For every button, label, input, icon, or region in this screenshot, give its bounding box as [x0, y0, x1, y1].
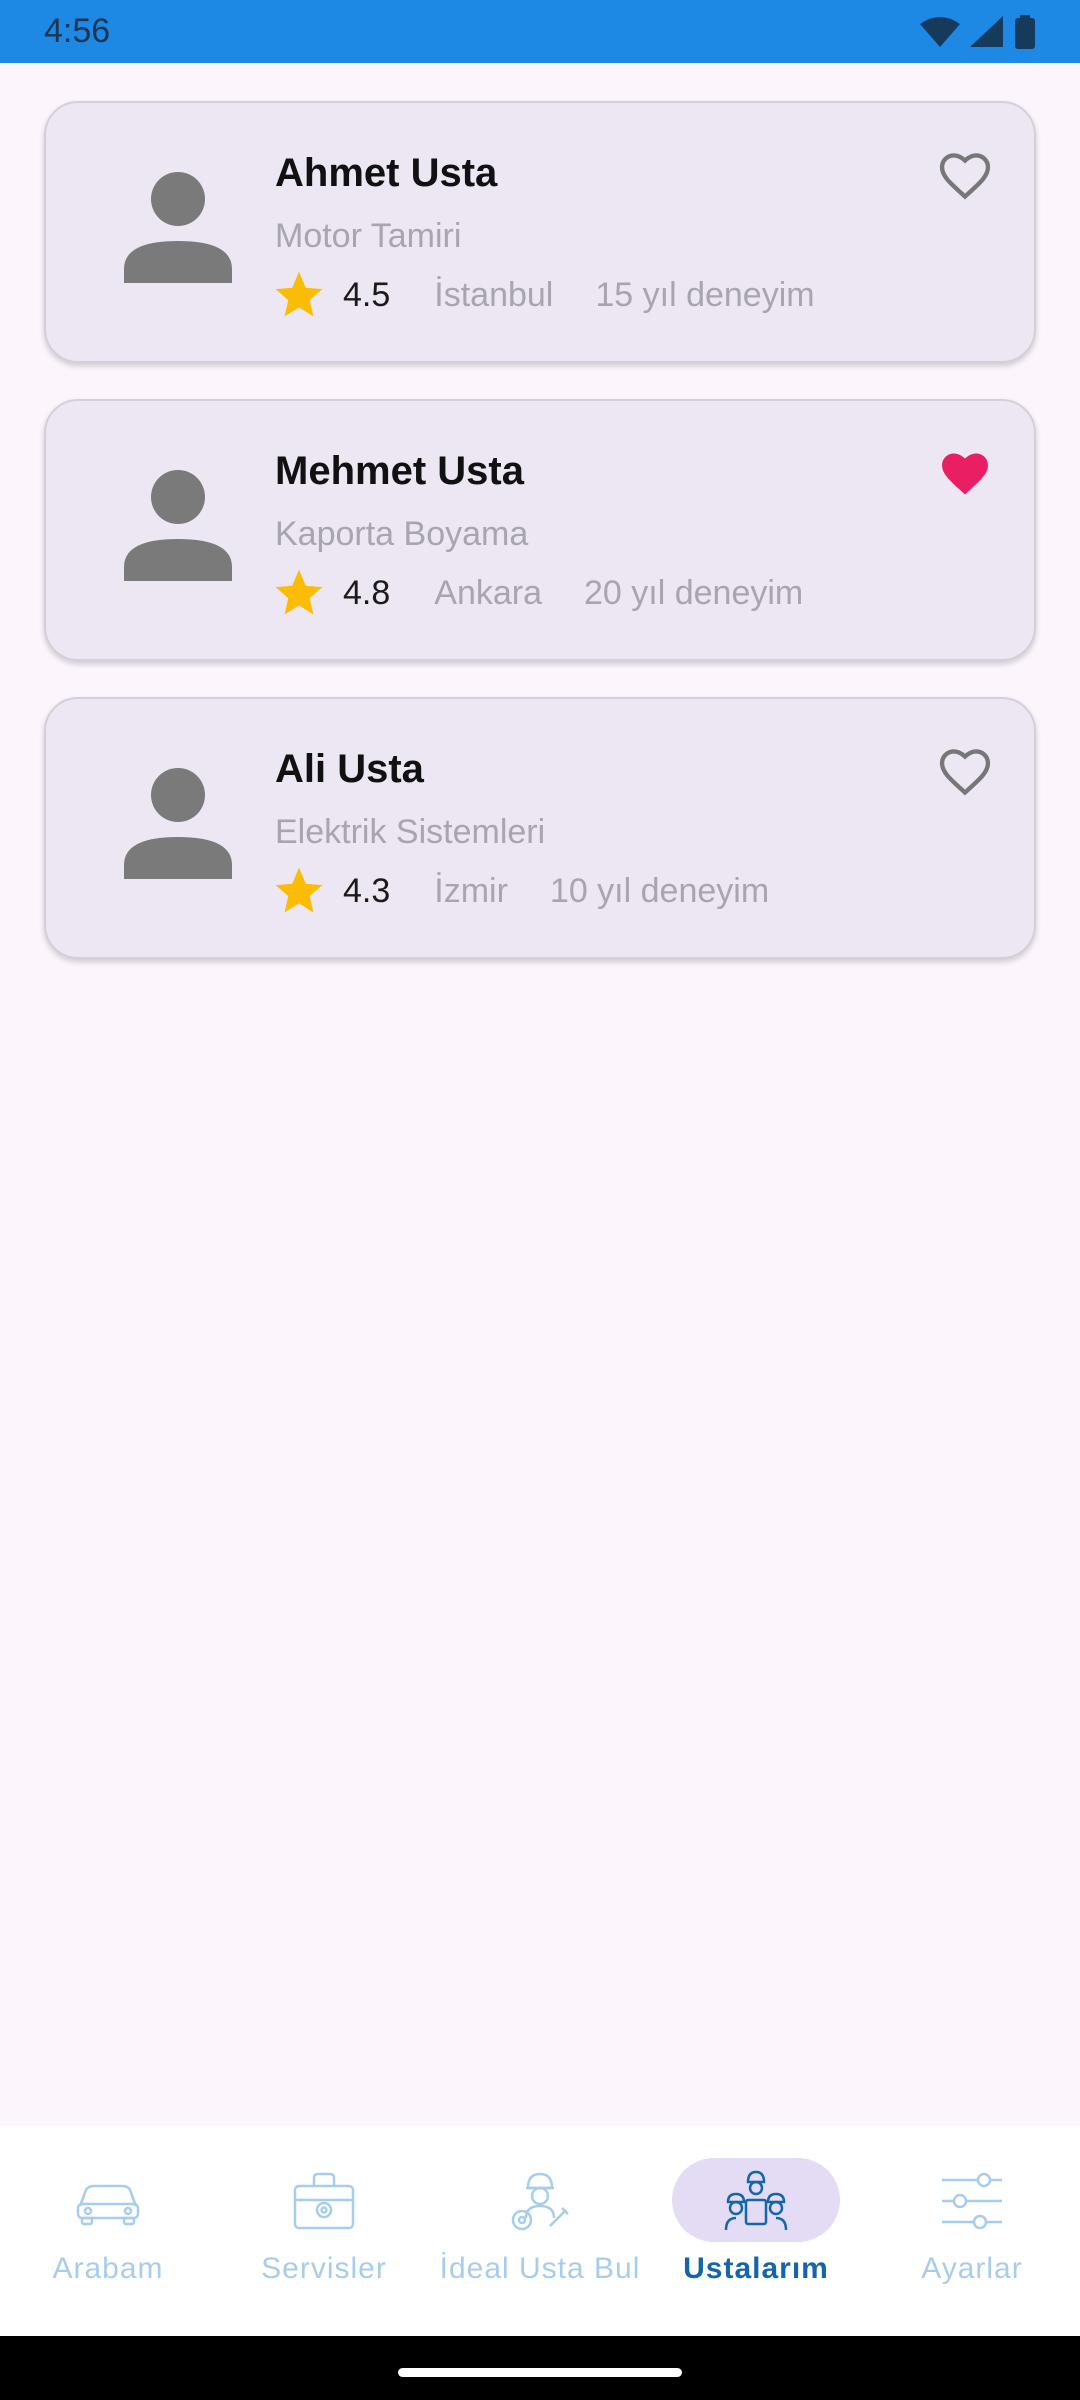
mechanic-city: İzmir	[434, 871, 508, 910]
status-bar: 4:56	[0, 0, 1080, 63]
mechanic-rating: 4.3	[343, 871, 391, 910]
battery-icon	[1014, 14, 1036, 49]
workers-icon	[724, 2170, 788, 2231]
cellular-signal-icon	[970, 15, 1004, 48]
mechanic-city: İstanbul	[434, 275, 554, 314]
sliders-icon	[942, 2172, 1002, 2230]
bottom-navigation: Arabam Servisler İdeal Usta Bul Ustaları…	[0, 2126, 1080, 2336]
mechanic-meta: 4.8 Ankara 20 yıl deneyim	[275, 565, 803, 621]
mechanic-card[interactable]: Ali Usta Elektrik Sistemleri 4.3 İzmir 1…	[44, 697, 1036, 959]
mechanic-specialty: Kaporta Boyama	[275, 515, 529, 553]
mechanic-rating: 4.5	[343, 275, 391, 314]
mechanic-rating: 4.8	[343, 573, 391, 612]
nav-label: Ustalarım	[683, 2252, 829, 2285]
mechanic-card[interactable]: Mehmet Usta Kaporta Boyama 4.8 Ankara 20…	[44, 399, 1036, 661]
mechanic-experience: 20 yıl deneyim	[584, 573, 804, 612]
gesture-handle[interactable]	[398, 2368, 682, 2377]
heart-outline-icon[interactable]	[936, 147, 994, 205]
toolbox-icon	[293, 2172, 355, 2230]
wifi-icon	[920, 16, 960, 48]
mechanic-specialty: Elektrik Sistemleri	[275, 813, 546, 851]
mechanic-meta: 4.3 İzmir 10 yıl deneyim	[275, 863, 769, 919]
car-icon	[76, 2184, 140, 2226]
mechanic-card[interactable]: Ahmet Usta Motor Tamiri 4.5 İstanbul 15 …	[44, 101, 1036, 363]
nav-item-ideal-usta-bul[interactable]: İdeal Usta Bul	[432, 2126, 648, 2336]
nav-label: Servisler	[261, 2252, 387, 2285]
star-icon	[275, 271, 323, 317]
star-icon	[275, 569, 323, 615]
mechanic-icon	[511, 2172, 569, 2231]
mechanic-city: Ankara	[434, 573, 542, 612]
mechanic-meta: 4.5 İstanbul 15 yıl deneyim	[275, 267, 815, 323]
status-icons	[920, 14, 1036, 49]
mechanic-specialty: Motor Tamiri	[275, 217, 462, 255]
mechanic-name: Ahmet Usta	[275, 151, 498, 195]
nav-label: İdeal Usta Bul	[439, 2252, 641, 2285]
status-time: 4:56	[44, 12, 111, 50]
nav-item-arabam[interactable]: Arabam	[0, 2126, 216, 2336]
mechanic-name: Mehmet Usta	[275, 449, 524, 493]
mechanic-name: Ali Usta	[275, 747, 424, 791]
mechanic-experience: 10 yıl deneyim	[549, 871, 770, 910]
heart-filled-icon[interactable]	[936, 445, 994, 503]
person-avatar-icon	[124, 470, 232, 581]
nav-label: Arabam	[52, 2252, 164, 2285]
star-icon	[275, 867, 323, 913]
nav-item-ayarlar[interactable]: Ayarlar	[864, 2126, 1080, 2336]
heart-outline-icon[interactable]	[936, 743, 994, 801]
person-avatar-icon	[124, 172, 232, 283]
nav-label: Ayarlar	[921, 2252, 1023, 2285]
nav-item-ustalarim[interactable]: Ustalarım	[648, 2126, 864, 2336]
person-avatar-icon	[124, 768, 232, 879]
nav-item-servisler[interactable]: Servisler	[216, 2126, 432, 2336]
mechanic-experience: 15 yıl deneyim	[595, 275, 815, 314]
